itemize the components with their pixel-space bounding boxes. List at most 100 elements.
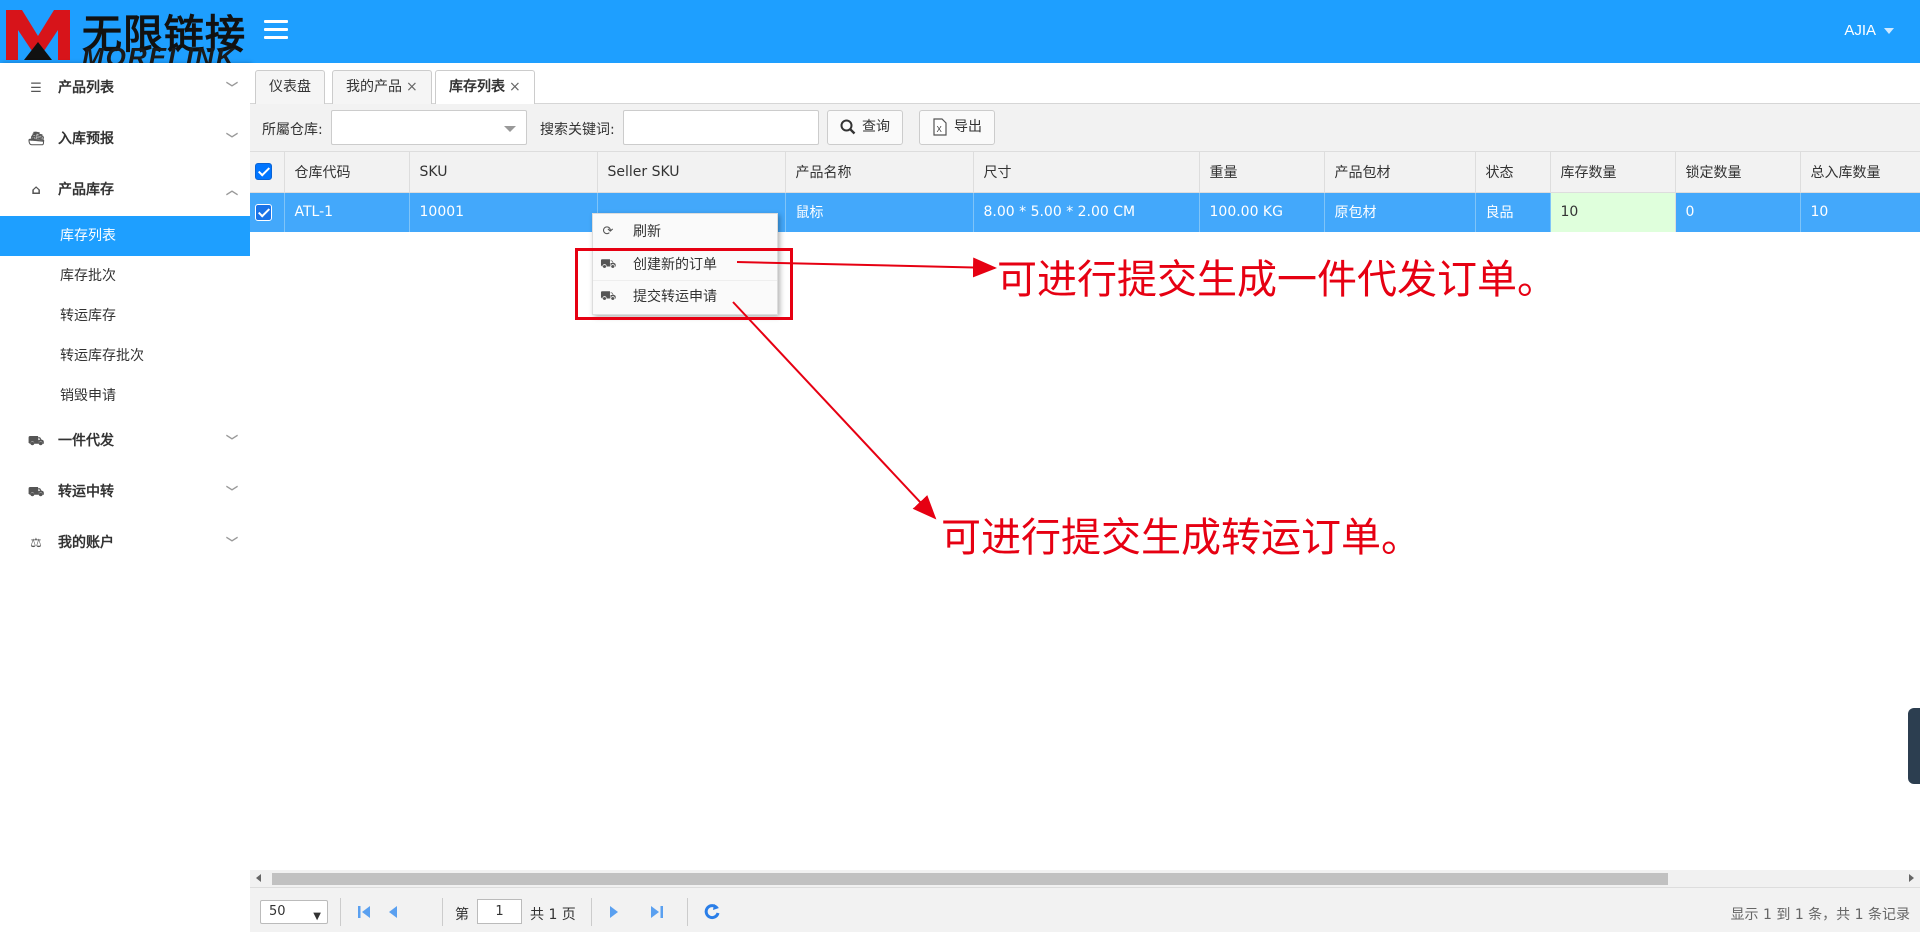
last-page-icon[interactable] — [647, 902, 667, 922]
sidebar-group-label: 入库预报 — [58, 131, 114, 147]
list-icon: ☰ — [30, 81, 42, 96]
reload-icon[interactable] — [702, 902, 722, 922]
pagination-info: 显示 1 到 1 条，共 1 条记录 — [1730, 907, 1910, 923]
table-cell: ATL-1 — [284, 192, 410, 232]
first-page-icon[interactable] — [354, 902, 374, 922]
morelink-logo-mark — [6, 10, 70, 60]
user-name: AJIA — [1844, 22, 1876, 39]
inbox-icon: ⌂ — [31, 183, 41, 198]
sidebar-group-label: 一件代发 — [58, 433, 114, 449]
sidebar-item-inventory-list[interactable]: 库存列表 — [0, 216, 250, 256]
export-button-label: 导出 — [954, 119, 982, 135]
page-size-select[interactable]: 50 ▼ — [260, 900, 328, 924]
column-header[interactable]: SKU — [409, 152, 598, 193]
pagination-bar: 50 ▼ 第 1 共 1 页 显示 1 到 1 条，共 1 条记录 — [250, 887, 1920, 932]
excel-file-icon: X — [933, 118, 947, 136]
horizontal-scrollbar[interactable] — [250, 870, 1920, 887]
page-prefix: 第 — [455, 907, 469, 923]
top-bar: 无限链接 MORELINK AJIA — [0, 0, 1920, 63]
chevron-down-icon: ﹀ — [225, 434, 238, 448]
annotation-highlight-box — [575, 248, 793, 320]
export-button[interactable]: X 导出 — [919, 110, 995, 145]
sidebar-group-account[interactable]: ⚖ 我的账户 ﹀ — [0, 518, 250, 569]
column-header[interactable]: 仓库代码 — [284, 152, 410, 193]
close-icon[interactable]: × — [509, 79, 521, 95]
table-header-row: 仓库代码 SKU Seller SKU 产品名称 尺寸 重量 产品包材 状态 库… — [250, 152, 1920, 193]
truck-icon: ⛟ — [27, 485, 45, 500]
svg-text:X: X — [937, 125, 943, 134]
column-header[interactable]: 产品名称 — [785, 152, 974, 193]
table-cell: 原包材 — [1324, 192, 1476, 232]
prev-page-icon[interactable] — [383, 902, 403, 922]
column-header[interactable]: 重量 — [1199, 152, 1325, 193]
current-page-input[interactable]: 1 — [477, 899, 522, 924]
close-icon[interactable]: × — [406, 79, 418, 95]
sidebar: ☰ 产品列表 ﹀ ⛴ 入库预报 ﹀ ⌂ 产品库存 ︿ 库存列表 库存批次 转运库… — [0, 63, 250, 932]
scrollbar-thumb[interactable] — [272, 873, 1668, 885]
chevron-down-icon: ﹀ — [225, 132, 238, 146]
chevron-down-icon: ﹀ — [225, 536, 238, 550]
user-menu[interactable]: AJIA — [1844, 22, 1894, 39]
query-button[interactable]: 查询 — [827, 110, 903, 145]
pager-divider — [340, 898, 341, 926]
table-cell: 100.00 KG — [1199, 192, 1325, 232]
select-all-cell[interactable] — [250, 152, 285, 193]
scroll-left-icon[interactable] — [256, 874, 261, 882]
column-header[interactable]: 库存数量 — [1550, 152, 1676, 193]
next-page-icon[interactable] — [604, 902, 624, 922]
truck-icon: ⛟ — [27, 434, 45, 449]
sidebar-group-inbound[interactable]: ⛴ 入库预报 ﹀ — [0, 114, 250, 165]
table-cell: 10 — [1800, 192, 1920, 232]
column-header[interactable]: Seller SKU — [597, 152, 786, 193]
side-drawer-handle[interactable] — [1908, 708, 1920, 784]
search-icon — [840, 119, 856, 135]
table-cell: 0 — [1675, 192, 1801, 232]
pager-divider — [687, 898, 688, 926]
column-header[interactable]: 总入库数量 — [1800, 152, 1920, 193]
query-button-label: 查询 — [862, 119, 890, 135]
tab-my-products[interactable]: 我的产品 × — [332, 70, 432, 104]
tab-bar: 仪表盘 我的产品 × 库存列表 × — [250, 63, 1920, 105]
context-menu-label: 刷新 — [633, 224, 661, 240]
brand-name-en: MORELINK — [82, 42, 237, 63]
sidebar-item-transfer-stock[interactable]: 转运库存 — [0, 296, 250, 336]
row-checkbox[interactable] — [255, 203, 272, 221]
column-header[interactable]: 锁定数量 — [1675, 152, 1801, 193]
sidebar-item-transfer-batch[interactable]: 转运库存批次 — [0, 336, 250, 376]
sidebar-group-label: 产品库存 — [58, 182, 114, 198]
dropdown-arrow-icon — [504, 126, 516, 132]
row-select-cell[interactable] — [250, 192, 285, 232]
scroll-right-icon[interactable] — [1909, 874, 1914, 882]
column-header[interactable]: 尺寸 — [973, 152, 1200, 193]
sidebar-group-label: 我的账户 — [58, 535, 114, 551]
keyword-input[interactable] — [623, 110, 819, 145]
sidebar-group-products[interactable]: ☰ 产品列表 ﹀ — [0, 63, 250, 114]
warehouse-select[interactable] — [331, 110, 527, 145]
column-header[interactable]: 产品包材 — [1324, 152, 1476, 193]
tab-inventory-list[interactable]: 库存列表 × — [435, 70, 535, 105]
sidebar-group-transfer[interactable]: ⛟ 转运中转 ﹀ — [0, 467, 250, 518]
caret-down-icon — [1884, 28, 1894, 35]
menu-toggle-icon[interactable] — [264, 20, 288, 44]
table-cell: 8.00 * 5.00 * 2.00 CM — [973, 192, 1200, 232]
column-header[interactable]: 状态 — [1475, 152, 1551, 193]
sidebar-group-dropship[interactable]: ⛟ 一件代发 ﹀ — [0, 416, 250, 467]
table-row[interactable]: ATL-1 10001 鼠标 8.00 * 5.00 * 2.00 CM 100… — [250, 192, 1920, 232]
pager-divider — [591, 898, 592, 926]
annotation-text-transfer: 可进行提交生成转运订单。 — [941, 515, 1421, 561]
context-menu-refresh[interactable]: ⟳ 刷新 — [593, 216, 777, 248]
select-all-checkbox[interactable] — [255, 163, 272, 181]
sidebar-group-label: 产品列表 — [58, 80, 114, 96]
page-total: 共 1 页 — [530, 907, 576, 923]
sidebar-group-inventory[interactable]: ⌂ 产品库存 ︿ — [0, 165, 250, 216]
chevron-down-icon: ﹀ — [225, 81, 238, 95]
sidebar-item-destroy-request[interactable]: 销毁申请 — [0, 376, 250, 416]
sidebar-item-inventory-batch[interactable]: 库存批次 — [0, 256, 250, 296]
sidebar-group-label: 转运中转 — [58, 484, 114, 500]
refresh-icon: ⟳ — [602, 224, 614, 239]
chevron-up-icon: ︿ — [225, 183, 238, 197]
annotation-text-dropship: 可进行提交生成一件代发订单。 — [997, 257, 1557, 303]
table-cell: 10001 — [409, 192, 598, 232]
warehouse-label: 所屬仓库: — [262, 122, 323, 138]
tab-dashboard[interactable]: 仪表盘 — [255, 70, 325, 104]
